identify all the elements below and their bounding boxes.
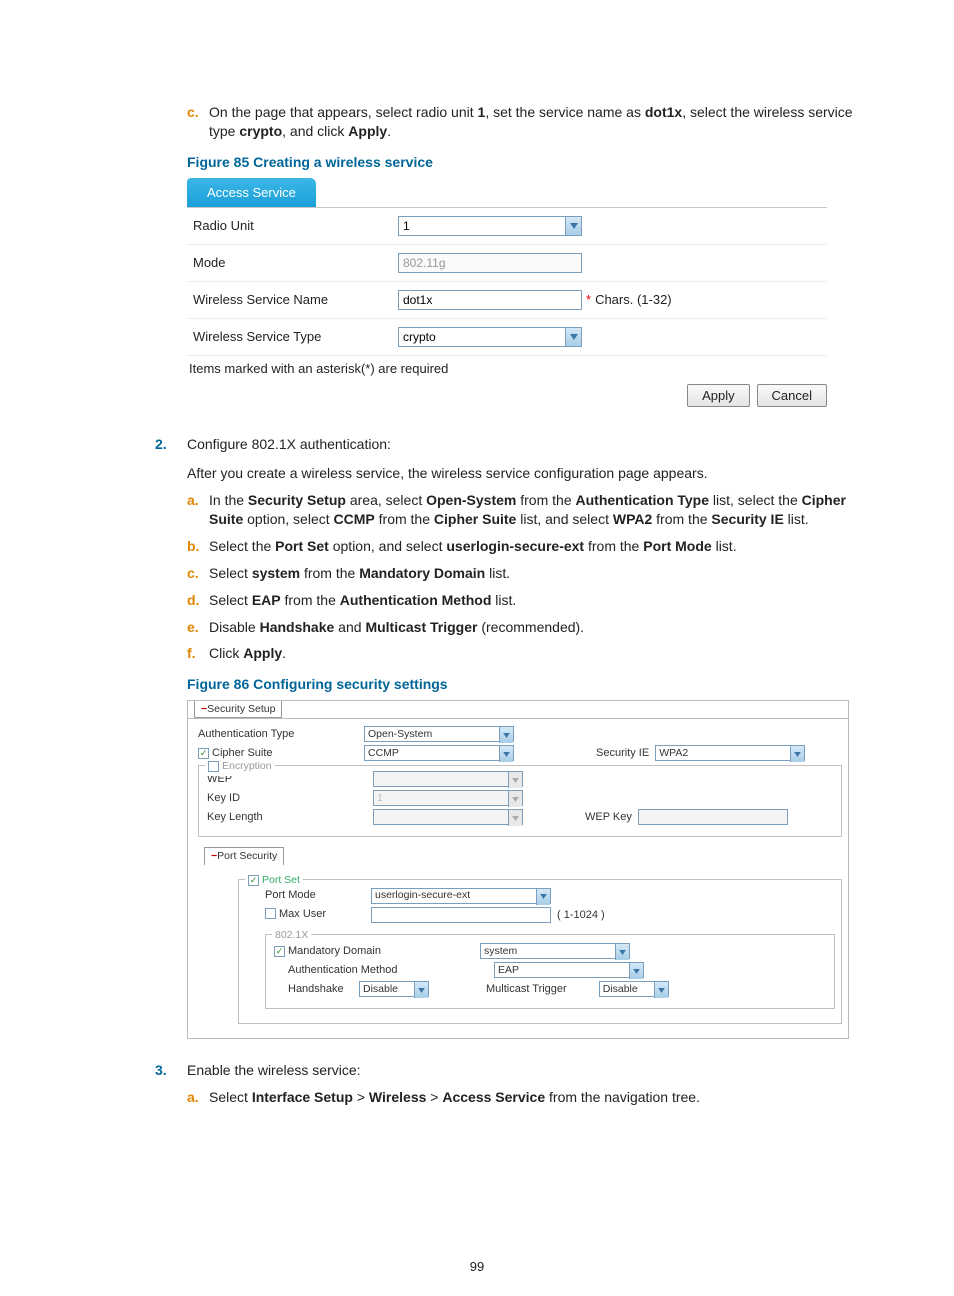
mandatory-domain-select[interactable]: system (480, 943, 630, 959)
mode-label: Mode (187, 254, 398, 272)
step2-d-text: Select EAP from the Authentication Metho… (209, 591, 859, 610)
chevron-down-icon (508, 772, 522, 788)
handshake-label: Handshake (274, 982, 353, 997)
list-marker-a: a. (187, 491, 209, 529)
chevron-down-icon[interactable] (629, 963, 643, 979)
page-number: 99 (0, 1259, 954, 1274)
step2-line1: Configure 802.1X authentication: (187, 435, 859, 454)
figure-86: −Security Setup Authentication Type Open… (187, 700, 849, 1039)
chevron-down-icon[interactable] (499, 727, 513, 743)
wep-key-input (638, 809, 788, 825)
security-setup-tab[interactable]: −Security Setup (194, 701, 282, 718)
radio-unit-label: Radio Unit (187, 217, 398, 235)
chevron-down-icon[interactable] (565, 327, 582, 347)
wireless-service-name-input[interactable] (398, 290, 582, 310)
chevron-down-icon[interactable] (536, 889, 550, 905)
figure-85-caption: Figure 85 Creating a wireless service (187, 153, 859, 172)
handshake-select[interactable]: Disable (359, 981, 429, 997)
port-mode-select[interactable]: userlogin-secure-ext (371, 888, 551, 904)
security-ie-select[interactable]: WPA2 (655, 745, 805, 761)
step3-a-text: Select Interface Setup > Wireless > Acce… (209, 1088, 859, 1107)
step2-line2: After you create a wireless service, the… (187, 464, 859, 483)
chevron-down-icon[interactable] (615, 944, 629, 960)
max-user-hint: ( 1-1024 ) (557, 908, 605, 923)
chevron-down-icon[interactable] (499, 746, 513, 762)
step2-a-text: In the Security Setup area, select Open-… (209, 491, 859, 529)
multicast-trigger-select[interactable]: Disable (599, 981, 669, 997)
auth-type-select[interactable]: Open-System (364, 726, 514, 742)
encryption-checkbox[interactable]: Encryption (208, 759, 272, 773)
wep-key-label: WEP Key (585, 810, 632, 825)
figure-86-caption: Figure 86 Configuring security settings (187, 675, 859, 694)
multicast-trigger-label: Multicast Trigger (486, 982, 567, 997)
wireless-service-type-label: Wireless Service Type (187, 328, 398, 346)
step2-b-text: Select the Port Set option, and select u… (209, 537, 859, 556)
step2-e-text: Disable Handshake and Multicast Trigger … (209, 618, 859, 637)
chevron-down-icon[interactable] (565, 216, 582, 236)
figure-85: Access Service Radio Unit Mode (187, 178, 827, 408)
key-length-select (373, 809, 523, 825)
max-user-input[interactable] (371, 907, 551, 923)
list-marker-e: e. (187, 618, 209, 637)
list-marker-2: 2. (155, 435, 185, 1039)
list-marker-c2: c. (187, 564, 209, 583)
cancel-button[interactable]: Cancel (757, 384, 827, 408)
radio-unit-value[interactable] (398, 216, 582, 236)
chevron-down-icon (508, 810, 522, 826)
access-service-tab[interactable]: Access Service (187, 178, 316, 208)
auth-method-select[interactable]: EAP (494, 962, 644, 978)
key-id-label: Key ID (207, 791, 367, 806)
key-id-select: 1 (373, 790, 523, 806)
wep-select (373, 771, 523, 787)
step3-line1: Enable the wireless service: (187, 1061, 859, 1080)
required-asterisk: * (586, 291, 591, 309)
auth-method-label: Authentication Method (274, 963, 488, 978)
list-marker-3a: a. (187, 1088, 209, 1107)
wireless-service-type-select[interactable] (398, 327, 582, 347)
required-note: Items marked with an asterisk(*) are req… (187, 356, 827, 384)
chevron-down-icon[interactable] (790, 746, 804, 762)
wireless-service-name-hint: Chars. (1-32) (595, 291, 672, 309)
max-user-checkbox[interactable]: Max User (265, 907, 326, 922)
auth-type-label: Authentication Type (198, 727, 358, 742)
apply-button[interactable]: Apply (687, 384, 750, 408)
key-length-label: Key Length (207, 810, 367, 825)
security-ie-label: Security IE (596, 746, 649, 761)
list-marker-d: d. (187, 591, 209, 610)
cipher-suite-select[interactable]: CCMP (364, 745, 514, 761)
list-marker-f: f. (187, 644, 209, 663)
list-marker-c: c. (187, 103, 209, 141)
chevron-down-icon[interactable] (414, 982, 428, 998)
chevron-down-icon (508, 791, 522, 807)
wireless-service-type-value[interactable] (398, 327, 582, 347)
wireless-service-name-label: Wireless Service Name (187, 291, 398, 309)
step2-c-text: Select system from the Mandatory Domain … (209, 564, 859, 583)
port-security-tab[interactable]: −Port Security (204, 847, 284, 864)
list-marker-3: 3. (155, 1061, 185, 1115)
step2-f-text: Click Apply. (209, 644, 859, 663)
list-marker-b: b. (187, 537, 209, 556)
step-c-text: On the page that appears, select radio u… (209, 103, 859, 141)
chevron-down-icon[interactable] (654, 982, 668, 998)
radio-unit-select[interactable] (398, 216, 582, 236)
mode-input (398, 253, 582, 273)
mandatory-domain-checkbox[interactable]: Mandatory Domain (274, 944, 381, 959)
port-set-checkbox[interactable]: Port Set (248, 873, 300, 887)
port-mode-label: Port Mode (247, 888, 365, 903)
8021x-legend: 802.1X (272, 928, 311, 942)
